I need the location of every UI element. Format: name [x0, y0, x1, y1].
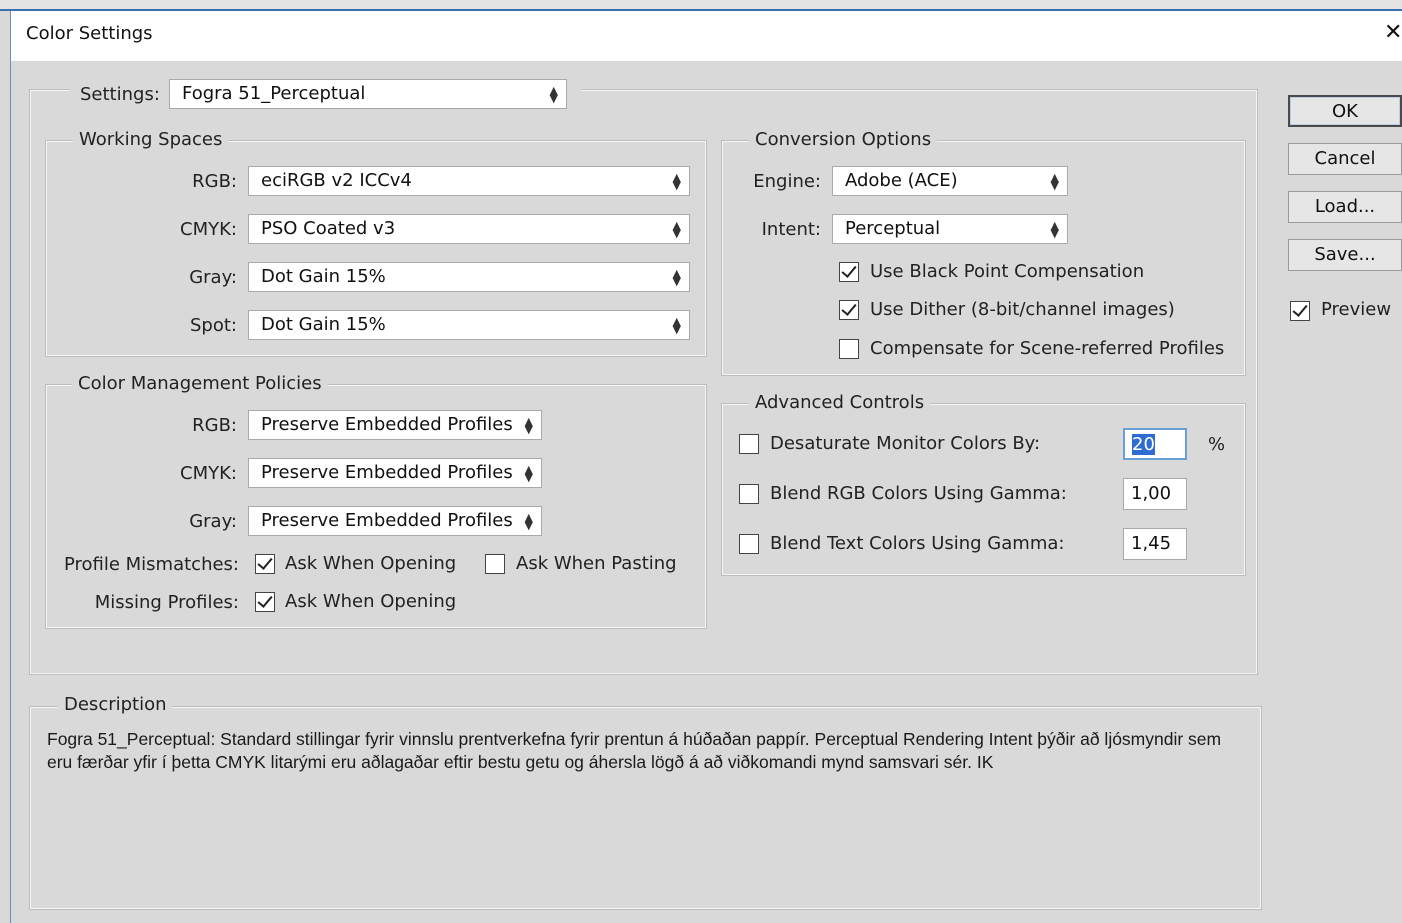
blend-text-label: Blend Text Colors Using Gamma: — [770, 533, 1065, 554]
ok-button[interactable]: OK — [1288, 95, 1402, 127]
ws-rgb-value: eciRGB v2 ICCv4 — [261, 170, 412, 191]
dither-label: Use Dither (8-bit/channel images) — [870, 299, 1175, 320]
ws-spot-value: Dot Gain 15% — [261, 314, 386, 335]
description-text: Fogra 51_Perceptual: Standard stillingar… — [47, 729, 1222, 772]
dither-checkbox[interactable] — [839, 300, 859, 320]
updown-arrow-icon: ▲ ▼ — [672, 315, 681, 336]
blend-rgb-value: 1,00 — [1131, 483, 1172, 504]
engine-value: Adobe (ACE) — [845, 170, 958, 191]
policy-rgb-label: RGB: — [192, 415, 237, 436]
ws-cmyk-value: PSO Coated v3 — [261, 218, 396, 239]
mismatch-ask-opening-label: Ask When Opening — [285, 553, 457, 574]
updown-arrow-icon: ▲ ▼ — [524, 511, 533, 532]
ws-spot-select[interactable]: Dot Gain 15% ▲ ▼ — [248, 310, 690, 340]
blend-rgb-label: Blend RGB Colors Using Gamma: — [770, 483, 1067, 504]
ws-gray-value: Dot Gain 15% — [261, 266, 386, 287]
missing-profiles-label: Missing Profiles: — [94, 592, 239, 613]
intent-value: Perceptual — [845, 218, 941, 239]
missing-ask-opening-label: Ask When Opening — [285, 591, 457, 612]
ws-gray-label: Gray: — [189, 267, 237, 288]
preview-checkbox[interactable] — [1290, 301, 1310, 321]
conversion-legend: Conversion Options — [749, 129, 938, 150]
description-legend: Description — [58, 694, 173, 715]
working-spaces-legend: Working Spaces — [73, 129, 229, 150]
blend-rgb-checkbox[interactable] — [739, 484, 759, 504]
blend-rgb-input[interactable]: 1,00 — [1123, 478, 1187, 510]
title-bar — [11, 11, 1402, 61]
blend-text-checkbox[interactable] — [739, 534, 759, 554]
ws-gray-select[interactable]: Dot Gain 15% ▲ ▼ — [248, 262, 690, 292]
desaturate-label: Desaturate Monitor Colors By: — [770, 433, 1041, 454]
blend-text-input[interactable]: 1,45 — [1123, 528, 1187, 560]
policy-cmyk-label: CMYK: — [180, 463, 237, 484]
desaturate-input[interactable]: 20 — [1123, 428, 1187, 460]
policy-cmyk-value: Preserve Embedded Profiles — [261, 462, 513, 483]
updown-arrow-icon: ▲ ▼ — [1050, 171, 1059, 192]
ws-rgb-select[interactable]: eciRGB v2 ICCv4 ▲ ▼ — [248, 166, 690, 196]
load-button[interactable]: Load... — [1288, 191, 1402, 223]
mismatch-ask-opening-checkbox[interactable] — [255, 554, 275, 574]
settings-value: Fogra 51_Perceptual — [182, 83, 366, 104]
black-point-checkbox[interactable] — [839, 262, 859, 282]
engine-select[interactable]: Adobe (ACE) ▲ ▼ — [832, 166, 1068, 196]
policy-cmyk-select[interactable]: Preserve Embedded Profiles ▲ ▼ — [248, 458, 542, 488]
updown-arrow-icon: ▲ ▼ — [549, 84, 558, 105]
desaturate-unit: % — [1208, 434, 1226, 455]
desaturate-checkbox[interactable] — [739, 434, 759, 454]
updown-arrow-icon: ▲ ▼ — [672, 171, 681, 192]
ws-spot-label: Spot: — [190, 315, 237, 336]
advanced-legend: Advanced Controls — [749, 392, 931, 413]
policy-rgb-value: Preserve Embedded Profiles — [261, 414, 513, 435]
intent-label: Intent: — [761, 219, 821, 240]
updown-arrow-icon: ▲ ▼ — [524, 415, 533, 436]
updown-arrow-icon: ▲ ▼ — [672, 219, 681, 240]
background-strip — [0, 0, 1402, 11]
cancel-button[interactable]: Cancel — [1288, 143, 1402, 175]
profile-mismatches-label: Profile Mismatches: — [63, 554, 239, 575]
policy-gray-label: Gray: — [189, 511, 237, 532]
blend-text-value: 1,45 — [1131, 533, 1172, 554]
black-point-label: Use Black Point Compensation — [870, 261, 1145, 282]
save-button[interactable]: Save... — [1288, 239, 1402, 271]
scene-referred-label: Compensate for Scene-referred Profiles — [870, 338, 1225, 359]
mismatch-ask-pasting-checkbox[interactable] — [485, 554, 505, 574]
policy-rgb-select[interactable]: Preserve Embedded Profiles ▲ ▼ — [248, 410, 542, 440]
close-icon[interactable]: ✕ — [1384, 22, 1402, 44]
policy-gray-select[interactable]: Preserve Embedded Profiles ▲ ▼ — [248, 506, 542, 536]
updown-arrow-icon: ▲ ▼ — [1050, 219, 1059, 240]
engine-label: Engine: — [753, 171, 821, 192]
missing-ask-opening-checkbox[interactable] — [255, 592, 275, 612]
scene-referred-checkbox[interactable] — [839, 339, 859, 359]
policies-legend: Color Management Policies — [72, 373, 328, 394]
ws-cmyk-label: CMYK: — [180, 219, 237, 240]
updown-arrow-icon: ▲ ▼ — [524, 463, 533, 484]
policy-gray-value: Preserve Embedded Profiles — [261, 510, 513, 531]
mismatch-ask-pasting-label: Ask When Pasting — [516, 553, 677, 574]
ws-cmyk-select[interactable]: PSO Coated v3 ▲ ▼ — [248, 214, 690, 244]
preview-label: Preview — [1321, 299, 1392, 320]
settings-label: Settings: — [80, 84, 160, 105]
desaturate-value: 20 — [1132, 434, 1155, 455]
ws-rgb-label: RGB: — [192, 171, 237, 192]
dialog-title: Color Settings — [26, 23, 153, 44]
settings-select[interactable]: Fogra 51_Perceptual ▲ ▼ — [169, 79, 567, 109]
intent-select[interactable]: Perceptual ▲ ▼ — [832, 214, 1068, 244]
updown-arrow-icon: ▲ ▼ — [672, 267, 681, 288]
